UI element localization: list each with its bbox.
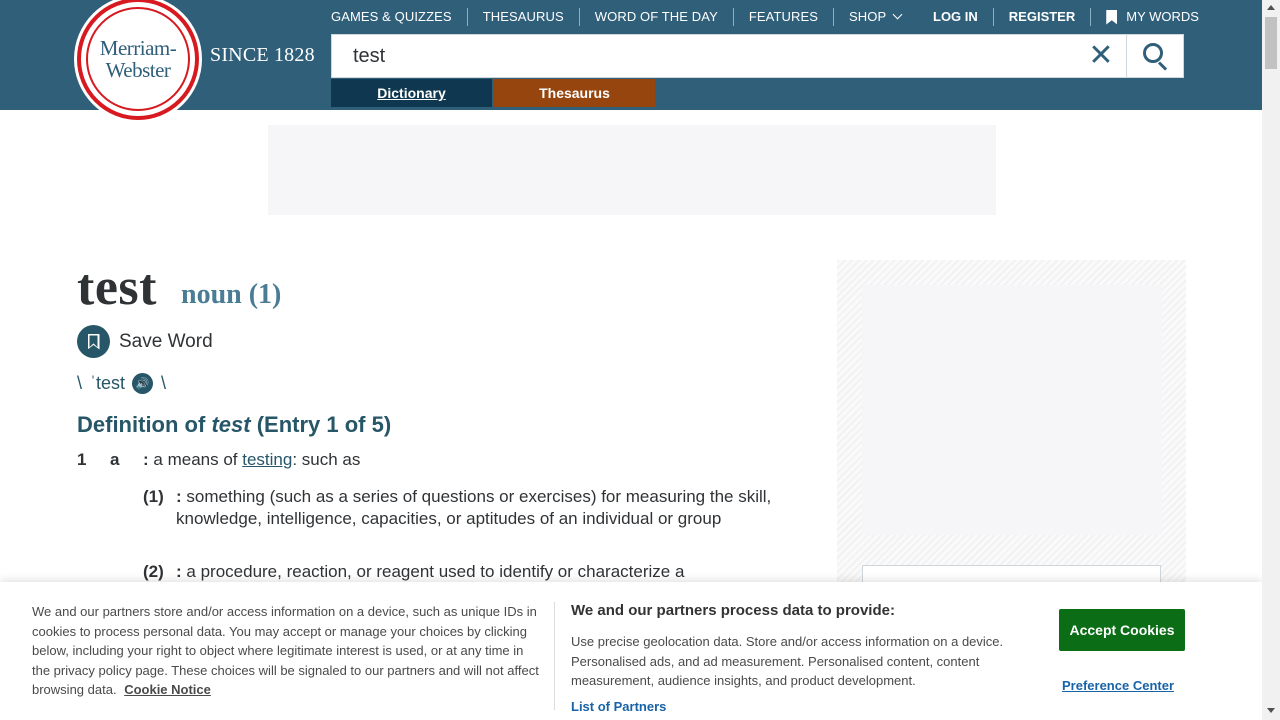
search-bar: ✕: [331, 34, 1184, 78]
scroll-down-arrow-icon[interactable]: [1267, 708, 1275, 713]
search-input[interactable]: [332, 35, 1072, 77]
testing-link[interactable]: testing: [242, 450, 292, 469]
speaker-icon[interactable]: 🔊: [132, 373, 154, 394]
subsense-text: something (such as a series of questions…: [176, 487, 772, 528]
top-ad-banner: [268, 125, 996, 215]
def-heading-prefix: Definition of: [77, 412, 206, 437]
clear-search-button[interactable]: ✕: [1086, 41, 1116, 71]
subsense-number: (2): [143, 562, 164, 581]
preference-center-link[interactable]: Preference Center: [1062, 678, 1174, 693]
top-nav: GAMES & QUIZZES THESAURUS WORD OF THE DA…: [331, 8, 916, 26]
bookmark-icon: [1106, 9, 1118, 25]
definition-heading: Definition of test (Entry 1 of 5): [77, 412, 391, 438]
cookie-purposes-text: Use precise geolocation data. Store and/…: [571, 634, 1004, 688]
tab-dictionary[interactable]: Dictionary: [331, 79, 492, 107]
sidebar-ad: [837, 260, 1186, 595]
logo-ring: Merriam- Webster: [86, 7, 190, 111]
def-heading-word: test: [211, 412, 251, 437]
sidebar-ad-slot: [862, 285, 1162, 535]
nav-word-of-the-day[interactable]: WORD OF THE DAY: [578, 8, 733, 26]
scrollbar[interactable]: [1262, 0, 1280, 720]
site-header: Merriam- Webster SINCE 1828 GAMES & QUIZ…: [0, 0, 1262, 120]
chevron-down-icon: [892, 9, 903, 20]
cookie-purposes-title: We and our partners process data to prov…: [571, 602, 895, 619]
pron-slash-close: \: [161, 373, 167, 393]
subsense-text: a procedure, reaction, or reagent used t…: [186, 562, 685, 581]
subsense-colon: :: [176, 562, 182, 581]
nav-games-quizzes[interactable]: GAMES & QUIZZES: [331, 8, 467, 26]
list-of-partners-link[interactable]: List of Partners: [571, 699, 666, 714]
merriam-webster-logo[interactable]: Merriam- Webster: [77, 0, 199, 120]
sense-letter: a: [110, 450, 120, 469]
my-words-link[interactable]: MY WORDS: [1090, 8, 1214, 26]
since-1828: SINCE 1828: [210, 44, 315, 66]
subsense-colon: :: [176, 487, 182, 506]
scrollbar-thumb[interactable]: [1265, 17, 1277, 69]
logo-text-line1: Merriam-: [99, 36, 177, 60]
sense-a-before: a means of: [153, 450, 238, 469]
cookie-consent-banner: We and our partners store and/or access …: [0, 582, 1262, 720]
search-icon: [1142, 43, 1169, 71]
cookie-purposes: We and our partners process data to prov…: [571, 602, 1041, 691]
scroll-up-arrow-icon[interactable]: [1267, 5, 1275, 10]
cookie-description: We and our partners store and/or access …: [32, 602, 544, 700]
pronunciation-text: ˈtest: [90, 373, 126, 393]
cookie-notice-link[interactable]: Cookie Notice: [124, 682, 211, 697]
login-link[interactable]: LOG IN: [933, 8, 993, 26]
sense-a-after: : such as: [292, 450, 361, 469]
save-bookmark-icon: [77, 325, 110, 358]
subsense-number: (1): [143, 487, 164, 506]
pron-slash-open: \: [77, 373, 83, 393]
cookie-left-text: We and our partners store and/or access …: [32, 604, 539, 697]
pronunciation: \ ˈtest 🔊 \: [77, 373, 166, 394]
sense-a-colon: :: [143, 450, 149, 469]
user-nav: LOG IN REGISTER MY WORDS: [933, 8, 1214, 26]
logo-text-line2: Webster: [105, 58, 171, 82]
save-word-label: Save Word: [119, 330, 213, 352]
def-heading-suffix: (Entry 1 of 5): [256, 412, 392, 437]
nav-thesaurus[interactable]: THESAURUS: [466, 8, 579, 26]
subsense-definition: : something (such as a series of questio…: [176, 486, 816, 529]
nav-shop-label: SHOP: [849, 9, 887, 24]
sense-a-definition: : a means of testing: such as: [143, 450, 360, 470]
sense-number: 1: [77, 450, 87, 469]
nav-features[interactable]: FEATURES: [732, 8, 833, 26]
accept-cookies-button[interactable]: Accept Cookies: [1059, 609, 1185, 651]
subsense-definition: : a procedure, reaction, or reagent used…: [176, 561, 816, 583]
cookie-divider: [554, 602, 555, 710]
search-button[interactable]: [1126, 35, 1184, 77]
nav-shop[interactable]: SHOP: [833, 8, 916, 26]
headword: test: [77, 259, 157, 316]
close-icon: ✕: [1088, 39, 1114, 72]
tab-thesaurus[interactable]: Thesaurus: [494, 79, 655, 107]
part-of-speech[interactable]: noun (1): [181, 279, 281, 311]
save-word-button[interactable]: Save Word: [77, 325, 213, 358]
my-words-label: MY WORDS: [1126, 9, 1199, 24]
register-link[interactable]: REGISTER: [992, 8, 1090, 26]
search-tabs: Dictionary Thesaurus: [331, 79, 655, 107]
